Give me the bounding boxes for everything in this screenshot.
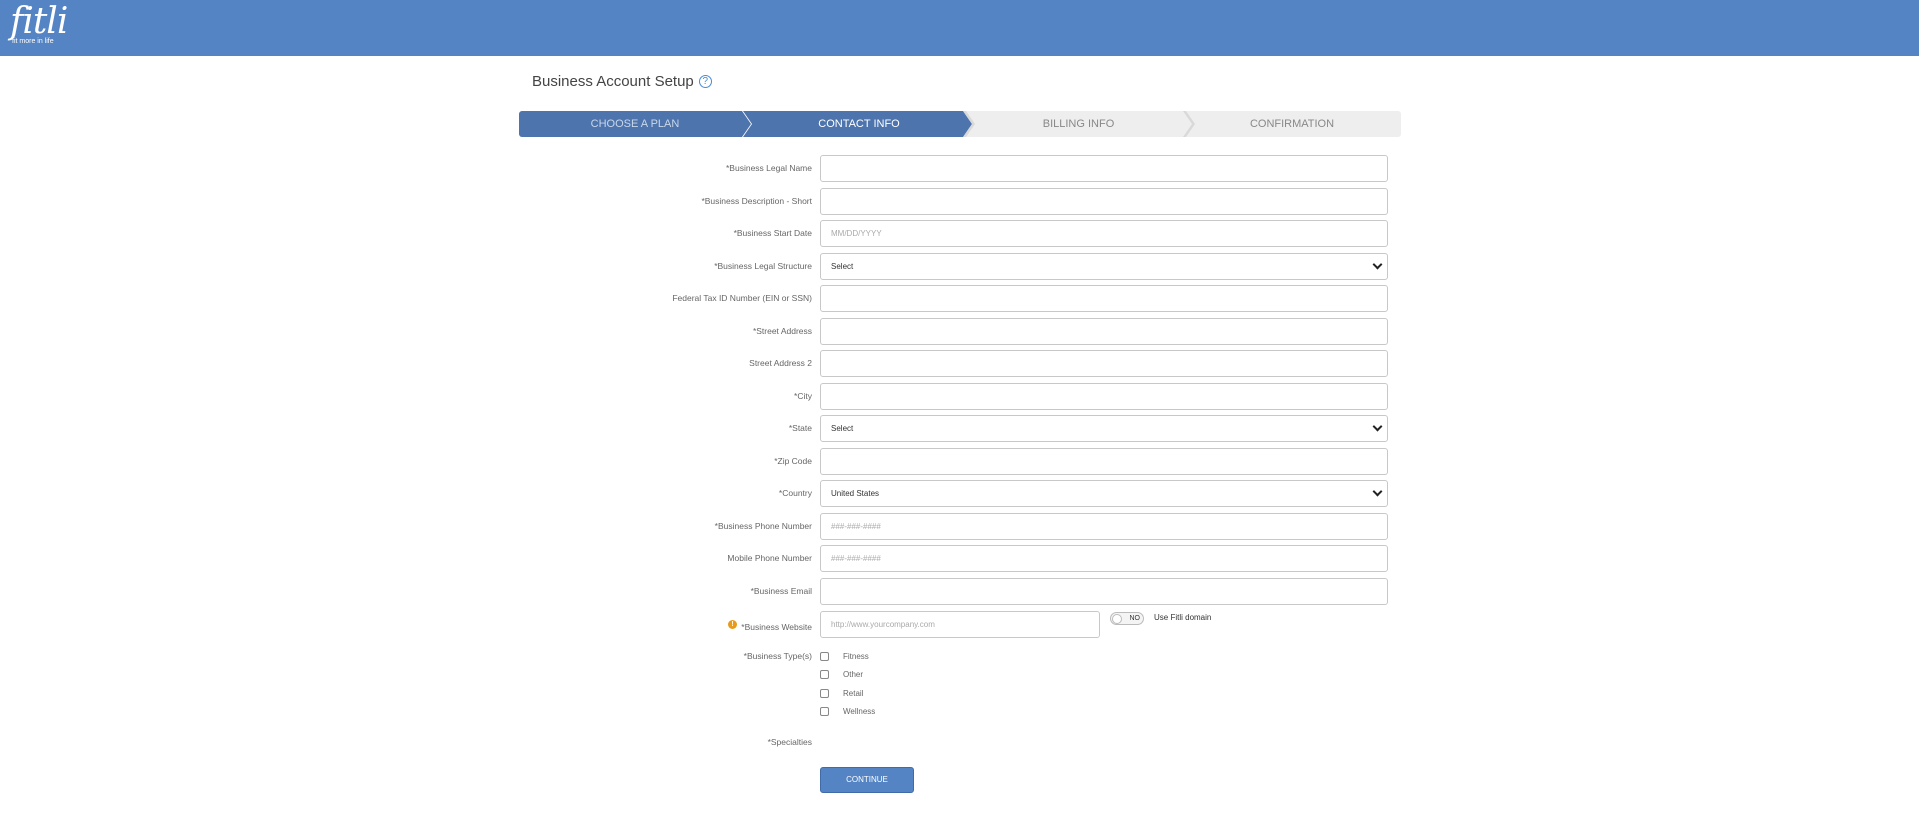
checkbox-other[interactable]: Other: [820, 668, 940, 682]
field-label: *Specialties: [767, 737, 812, 747]
top-header-bar: fitli fit more in life: [0, 0, 1919, 56]
select-value: United States: [831, 489, 880, 498]
form-row-business-phone: *Business Phone Number ###-###-####: [560, 513, 1390, 540]
form-row-country: *Country United States: [560, 480, 1390, 507]
field-label: *Business Phone Number: [714, 521, 812, 531]
form-row-state: *State Select: [560, 415, 1390, 442]
field-label: Federal Tax ID Number (EIN or SSN): [672, 293, 812, 303]
street-address-input[interactable]: [820, 318, 1388, 345]
form-row-zip: *Zip Code: [560, 448, 1390, 475]
fitli-logo[interactable]: fitli fit more in life: [10, 1, 68, 46]
form-row-legal-structure: *Business Legal Structure Select: [560, 253, 1390, 280]
form-row-website: ! *Business Website http://www.yourcompa…: [560, 611, 1390, 638]
page-title: Business Account Setup ?: [532, 73, 712, 90]
zip-code-input[interactable]: [820, 448, 1388, 475]
fitli-domain-toggle[interactable]: NO: [1110, 612, 1144, 625]
field-label: *Business Website: [741, 622, 812, 632]
form-row-tax-id: Federal Tax ID Number (EIN or SSN): [560, 285, 1390, 312]
business-description-input[interactable]: [820, 188, 1388, 215]
toggle-knob: [1112, 614, 1122, 624]
form-row-legal-name: *Business Legal Name: [560, 155, 1390, 182]
checkbox-label: Retail: [843, 689, 864, 698]
field-label: *Business Start Date: [733, 228, 812, 238]
chevron-down-icon: [1372, 486, 1383, 497]
continue-button[interactable]: CONTINUE: [820, 767, 914, 793]
checkbox-box[interactable]: [820, 707, 829, 716]
select-value: Select: [831, 424, 854, 433]
checkbox-box[interactable]: [820, 652, 829, 661]
form-row-city: *City: [560, 383, 1390, 410]
business-website-input[interactable]: http://www.yourcompany.com: [820, 611, 1100, 638]
field-label: *Zip Code: [774, 456, 812, 466]
form-row-street-address-2: Street Address 2: [560, 350, 1390, 377]
step-confirmation: CONFIRMATION: [1183, 111, 1401, 137]
field-label: Street Address 2: [749, 358, 812, 368]
form-row-business-types: *Business Type(s): [560, 643, 1390, 670]
help-icon[interactable]: ?: [698, 75, 712, 88]
field-label: *Business Legal Structure: [714, 261, 812, 271]
step-choose-a-plan[interactable]: CHOOSE A PLAN: [519, 111, 751, 137]
step-contact-info[interactable]: CONTACT INFO: [743, 111, 975, 137]
field-label: *Business Type(s): [743, 651, 812, 661]
state-select[interactable]: Select: [820, 415, 1388, 442]
checkbox-box[interactable]: [820, 689, 829, 698]
checkbox-wellness[interactable]: Wellness: [820, 705, 940, 719]
page-title-text: Business Account Setup: [532, 73, 694, 90]
business-legal-name-input[interactable]: [820, 155, 1388, 182]
field-label: Mobile Phone Number: [727, 553, 812, 563]
checkbox-label: Wellness: [843, 707, 876, 716]
country-select[interactable]: United States: [820, 480, 1388, 507]
street-address-2-input[interactable]: [820, 350, 1388, 377]
checkbox-label: Other: [843, 670, 864, 679]
chevron-down-icon: [1372, 421, 1383, 432]
field-label: *Business Legal Name: [726, 163, 812, 173]
field-label: *Country: [778, 488, 812, 498]
toggle-state: NO: [1129, 615, 1141, 622]
checkbox-box[interactable]: [820, 670, 829, 679]
checkbox-retail[interactable]: Retail: [820, 687, 940, 701]
form-row-street-address: *Street Address: [560, 318, 1390, 345]
business-start-date-input[interactable]: MM/DD/YYYY: [820, 220, 1388, 247]
toggle-label: Use Fitli domain: [1154, 613, 1212, 622]
logo-wordmark: fitli: [10, 1, 68, 42]
form-row-description: *Business Description - Short: [560, 188, 1390, 215]
checkbox-label: Fitness: [843, 652, 869, 661]
tax-id-input[interactable]: [820, 285, 1388, 312]
mobile-phone-input[interactable]: ###-###-####: [820, 545, 1388, 572]
field-label: *City: [794, 391, 812, 401]
step-billing-info: BILLING INFO: [963, 111, 1194, 137]
checkbox-fitness[interactable]: Fitness: [820, 650, 940, 664]
form-row-mobile-phone: Mobile Phone Number ###-###-####: [560, 545, 1390, 572]
city-input[interactable]: [820, 383, 1388, 410]
business-email-input[interactable]: [820, 578, 1388, 605]
form-row-business-email: *Business Email: [560, 578, 1390, 605]
chevron-down-icon: [1372, 259, 1383, 270]
form-row-specialties: *Specialties: [560, 729, 1390, 756]
field-label: *State: [788, 423, 812, 433]
field-label: *Street Address: [752, 326, 812, 336]
business-phone-input[interactable]: ###-###-####: [820, 513, 1388, 540]
form-row-start-date: *Business Start Date MM/DD/YYYY: [560, 220, 1390, 247]
setup-progress-steps: CHOOSE A PLAN CONTACT INFO BILLING INFO …: [519, 111, 1401, 137]
field-label: *Business Email: [750, 586, 812, 596]
field-label: *Business Description - Short: [701, 196, 812, 206]
legal-structure-select[interactable]: Select: [820, 253, 1388, 280]
select-value: Select: [831, 262, 854, 271]
